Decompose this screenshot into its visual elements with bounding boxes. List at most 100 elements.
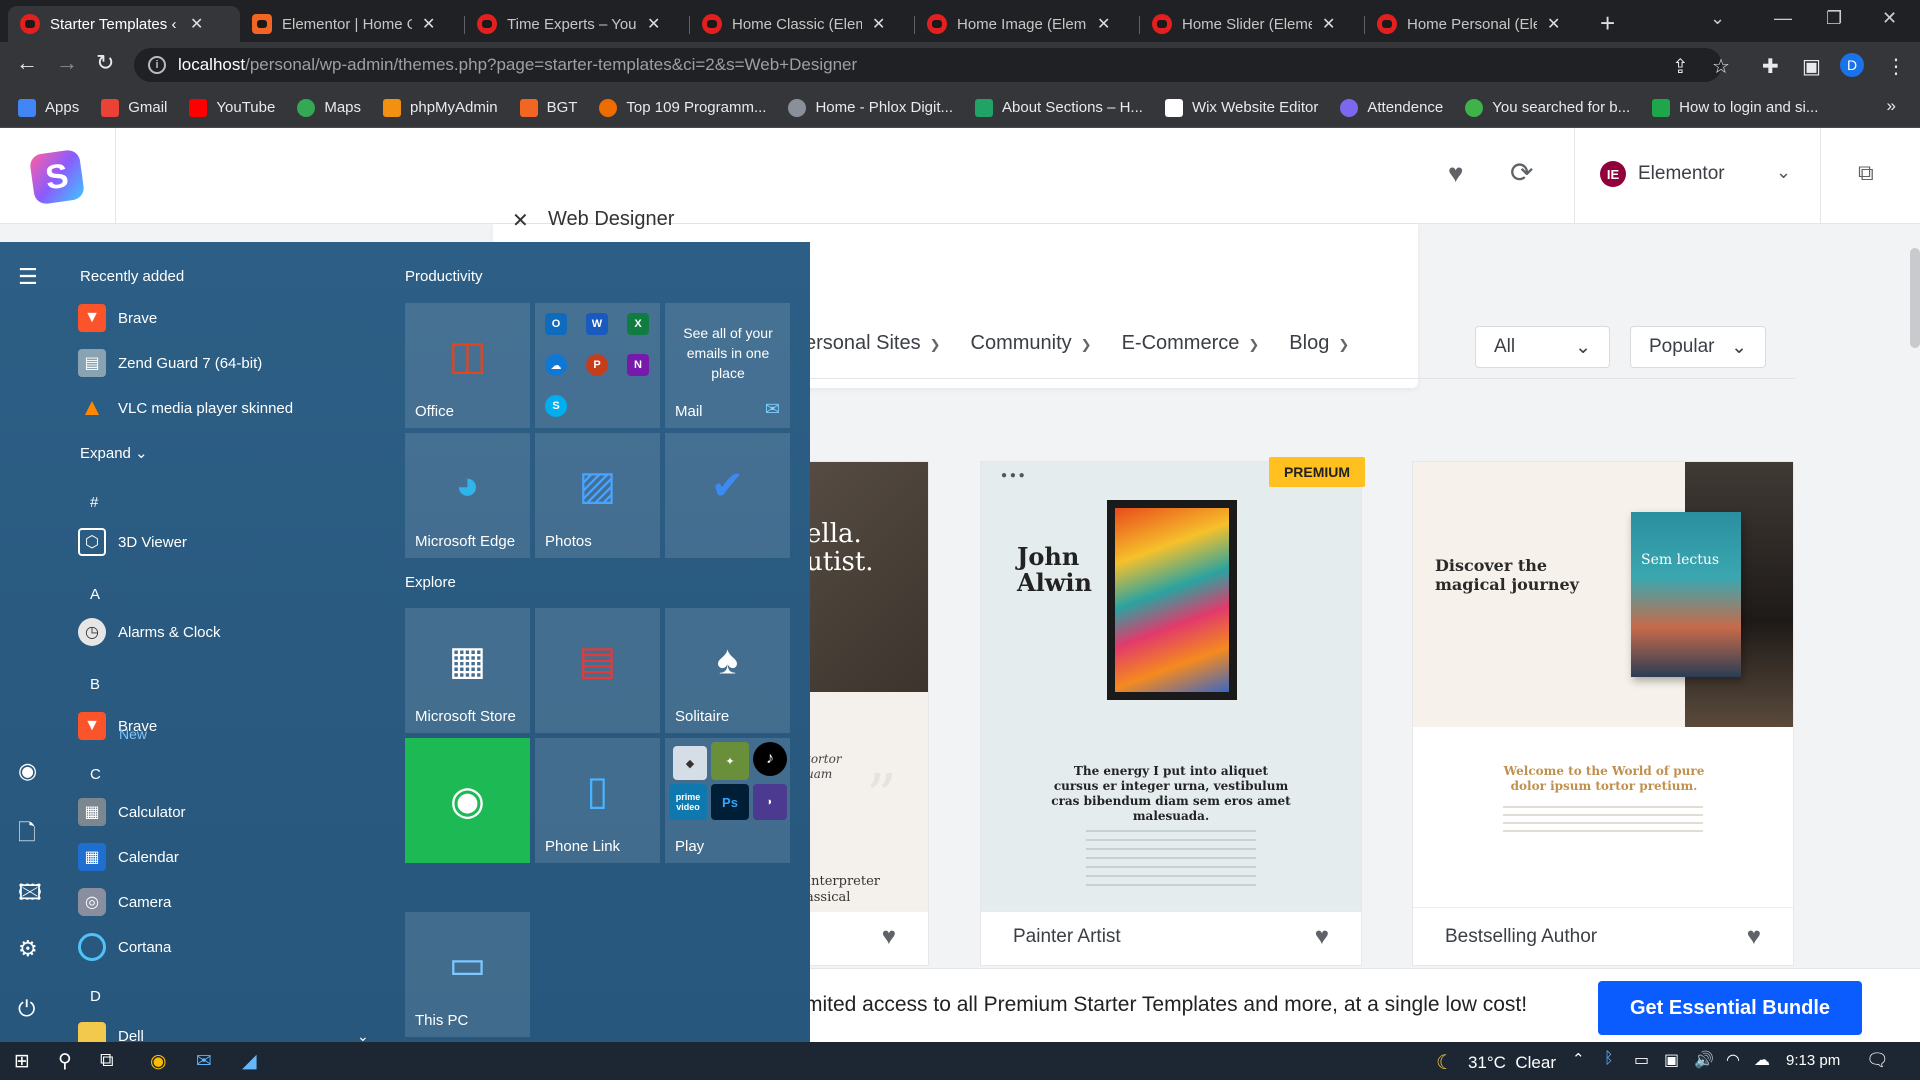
bookmark-wix[interactable]: Wix Website Editor	[1164, 98, 1318, 117]
new-tab-plus-icon[interactable]: +	[1600, 8, 1615, 39]
documents-icon[interactable]: 🗋	[18, 816, 36, 854]
expand-button[interactable]: Expand ⌄	[80, 444, 148, 462]
power-icon[interactable]: ⏻	[18, 996, 35, 1022]
letter-header[interactable]: D	[90, 988, 101, 1005]
settings-gear-icon[interactable]: ⚙	[18, 936, 38, 962]
weather-widget[interactable]: ☾ 31°C Clear	[1436, 1050, 1556, 1075]
close-icon[interactable]: ✕	[1322, 14, 1335, 34]
bookmark-how-to-login[interactable]: How to login and si...	[1652, 98, 1818, 117]
mail-taskbar-icon[interactable]: ✉	[196, 1050, 212, 1073]
sort-filter-dropdown[interactable]: Popular ⌄	[1630, 326, 1766, 368]
windows-start-icon[interactable]: ⊞	[14, 1050, 30, 1073]
app-taskbar-icon[interactable]: ◢	[242, 1050, 257, 1073]
chrome-menu-icon[interactable]: ⋮	[1886, 54, 1906, 79]
letter-header[interactable]: #	[90, 494, 98, 511]
tile-news[interactable]: ▤	[535, 608, 660, 733]
page-builder-selector[interactable]: IE Elementor	[1600, 161, 1725, 187]
bookmark-phpmyadmin[interactable]: phpMyAdmin	[383, 98, 498, 117]
share-icon[interactable]: ⇪	[1672, 54, 1689, 79]
close-icon[interactable]: ✕	[872, 14, 885, 34]
tray-chevron-up-icon[interactable]: ⌃	[1572, 1050, 1585, 1068]
tab-home-classic[interactable]: Home Classic (Elemen ✕	[690, 6, 914, 42]
user-account-icon[interactable]: ◉	[18, 758, 37, 784]
app-calendar[interactable]: ▦ Calendar	[78, 843, 179, 871]
tile-office-apps-folder[interactable]: O W X ☁ P N S	[535, 303, 660, 428]
app-3d-viewer[interactable]: ⬡ 3D Viewer	[78, 528, 187, 556]
search-icon[interactable]: ⚲	[58, 1050, 72, 1073]
template-card-bestselling-author[interactable]: Sem lectus Discover the magical journey …	[1412, 461, 1794, 966]
letter-header[interactable]: C	[90, 766, 101, 783]
bookmark-attendence[interactable]: Attendence	[1340, 98, 1443, 117]
bookmark-about-sections[interactable]: About Sections – H...	[975, 98, 1143, 117]
chevron-down-icon[interactable]: ⌄	[1776, 162, 1791, 183]
sync-icon[interactable]: ⟳	[1510, 156, 1533, 189]
tile-this-pc[interactable]: ▭ This PC	[405, 912, 530, 1037]
page-scrollbar[interactable]	[1910, 248, 1920, 348]
app-dell-folder[interactable]: Dell	[78, 1022, 144, 1042]
search-input[interactable]: Web Designer	[548, 208, 674, 231]
bluetooth-icon[interactable]: ᛒ	[1604, 1050, 1614, 1068]
tab-search-chevron-icon[interactable]: ⌄	[1710, 8, 1725, 29]
meet-now-icon[interactable]: ▣	[1664, 1050, 1679, 1070]
get-essential-bundle-button[interactable]: Get Essential Bundle	[1598, 981, 1862, 1035]
tile-play-folder[interactable]: ◆ ✦ ♪ prime video Ps ◗ Play	[665, 738, 790, 863]
chevron-down-icon[interactable]: ⌄	[357, 1028, 369, 1042]
volume-icon[interactable]: 🔊	[1694, 1050, 1714, 1070]
tile-office[interactable]: ◫ Office	[405, 303, 530, 428]
clear-search-icon[interactable]: ✕	[512, 208, 529, 233]
external-link-icon[interactable]: ⧉	[1858, 160, 1874, 186]
close-icon[interactable]: ✕	[1547, 14, 1560, 34]
close-icon[interactable]: ✕	[647, 14, 660, 34]
pictures-icon[interactable]: 🖾	[18, 876, 42, 914]
app-cortana[interactable]: Cortana	[78, 933, 171, 961]
wifi-icon[interactable]: ◠	[1726, 1050, 1740, 1070]
battery-icon[interactable]: ▭	[1634, 1050, 1649, 1070]
favorites-heart-icon[interactable]: ♥	[1448, 158, 1463, 189]
task-view-icon[interactable]: ⧉	[100, 1050, 114, 1072]
tile-microsoft-store[interactable]: ▦ Microsoft Store	[405, 608, 530, 733]
tile-photos[interactable]: ▨ Photos	[535, 433, 660, 558]
app-vlc[interactable]: ▲ VLC media player skinned	[78, 394, 293, 422]
bookmark-phlox[interactable]: Home - Phlox Digit...	[788, 98, 953, 117]
app-camera[interactable]: ◎ Camera	[78, 888, 171, 916]
category-personal-sites[interactable]: ersonal Sites ❯	[805, 332, 941, 355]
app-brave-recent[interactable]: ▼ Brave	[78, 304, 157, 332]
type-filter-dropdown[interactable]: All ⌄	[1475, 326, 1610, 368]
chrome-taskbar-icon[interactable]: ◉	[150, 1050, 167, 1073]
address-bar[interactable]: i localhost /personal/wp-admin/themes.ph…	[134, 48, 1722, 82]
back-arrow-icon[interactable]: ←	[16, 50, 38, 76]
hamburger-menu-icon[interactable]: ☰	[18, 264, 38, 290]
tile-solitaire[interactable]: ♠ Solitaire	[665, 608, 790, 733]
favorite-heart-icon[interactable]: ♥	[1747, 923, 1761, 951]
onedrive-cloud-icon[interactable]: ☁	[1754, 1050, 1770, 1070]
clock-time[interactable]: 9:13 pm	[1786, 1052, 1840, 1069]
extensions-puzzle-icon[interactable]: ✚	[1762, 54, 1779, 79]
bookmark-apps[interactable]: Apps	[18, 98, 79, 117]
app-calculator[interactable]: ▦ Calculator	[78, 798, 186, 826]
tab-home-slider[interactable]: Home Slider (Element ✕	[1140, 6, 1364, 42]
tab-elementor-home[interactable]: Elementor | Home On ✕	[240, 6, 464, 42]
tab-home-image[interactable]: Home Image (Elemen ✕	[915, 6, 1139, 42]
tile-microsoft-edge[interactable]: ◕ Microsoft Edge	[405, 433, 530, 558]
letter-header[interactable]: A	[90, 586, 100, 603]
letter-header[interactable]: B	[90, 676, 100, 693]
profile-avatar[interactable]: D	[1840, 53, 1864, 77]
tile-spotify[interactable]: ◉	[405, 738, 530, 863]
restore-icon[interactable]: ❐	[1826, 8, 1842, 29]
bookmark-maps[interactable]: Maps	[297, 98, 361, 117]
tab-home-personal[interactable]: Home Personal (Elem ✕	[1365, 6, 1589, 42]
favorite-heart-icon[interactable]: ♥	[1315, 923, 1329, 951]
tab-time-experts[interactable]: Time Experts – Your V ✕	[465, 6, 689, 42]
bookmark-star-icon[interactable]: ☆	[1712, 54, 1730, 79]
forward-arrow-icon[interactable]: →	[56, 50, 78, 76]
category-ecommerce[interactable]: E-Commerce ❯	[1122, 332, 1260, 355]
favorite-heart-icon[interactable]: ♥	[882, 923, 896, 951]
close-icon[interactable]: ✕	[422, 14, 435, 34]
category-community[interactable]: Community ❯	[971, 332, 1092, 355]
close-icon[interactable]: ✕	[190, 14, 203, 34]
bookmark-you-searched[interactable]: You searched for b...	[1465, 98, 1630, 117]
side-panel-icon[interactable]: ▣	[1802, 54, 1821, 79]
tab-starter-templates[interactable]: Starter Templates ‹ Ti ✕	[8, 6, 240, 42]
tile-mail[interactable]: See all of your emails in one place Mail…	[665, 303, 790, 428]
bookmark-gmail[interactable]: Gmail	[101, 98, 167, 117]
